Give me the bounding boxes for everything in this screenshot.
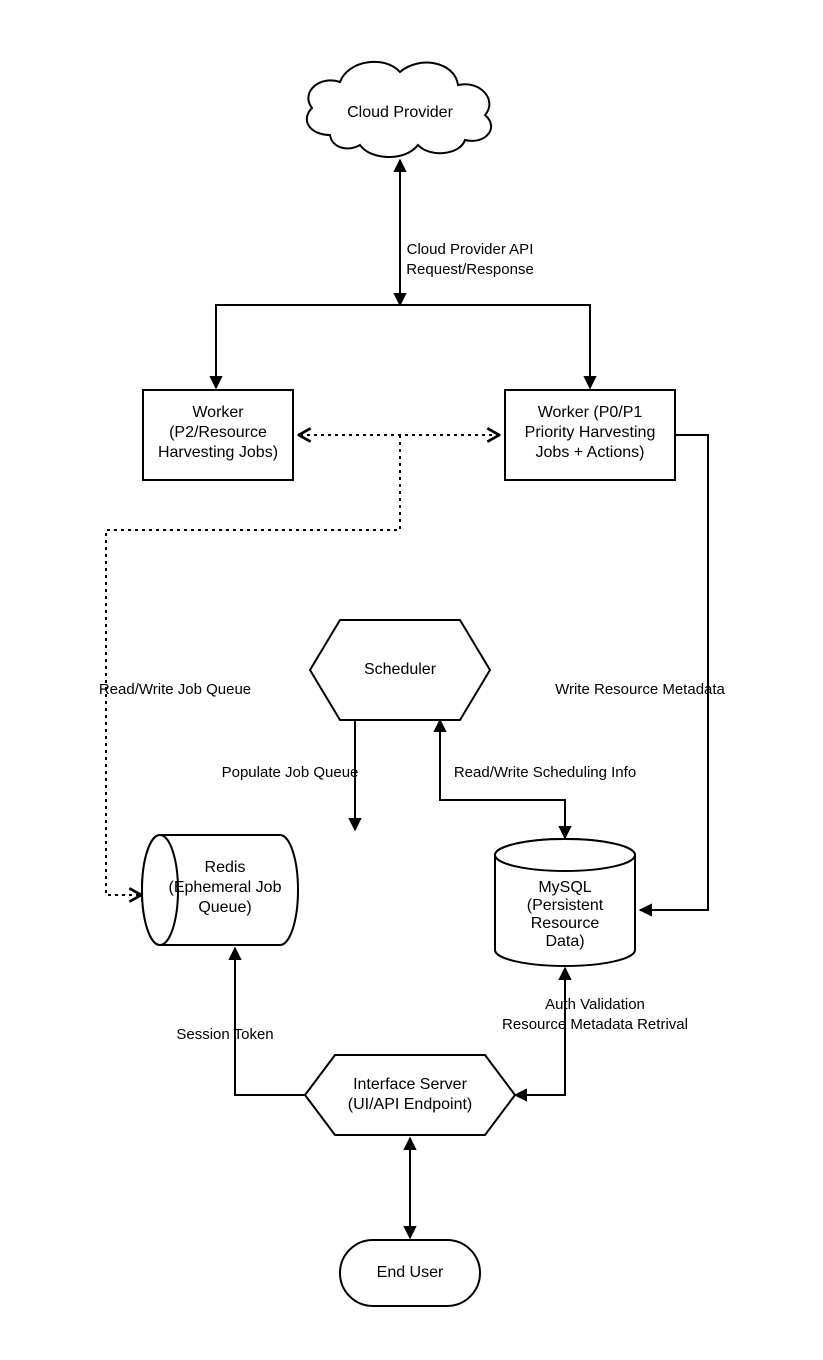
- worker-p0p1-line2: Priority Harvesting: [525, 424, 656, 441]
- redis-line1: Redis: [205, 859, 246, 876]
- edge-session-label: Session Token: [176, 1026, 273, 1043]
- cloud-label: Cloud Provider: [347, 104, 454, 121]
- edge-cloud-api-label-2: Request/Response: [406, 261, 534, 278]
- mysql-line4: Data): [545, 933, 584, 950]
- node-worker-p0p1: Worker (P0/P1 Priority Harvesting Jobs +…: [505, 390, 675, 480]
- redis-line2: (Ephemeral Job: [169, 879, 282, 896]
- edge-cloud-branches: [216, 305, 590, 388]
- node-cloud-provider: Cloud Provider: [307, 62, 491, 157]
- interface-line2: (UI/API Endpoint): [348, 1096, 473, 1113]
- edge-populate-label: Populate Job Queue: [222, 764, 359, 781]
- mysql-line1: MySQL: [538, 879, 591, 896]
- node-interface-server: Interface Server (UI/API Endpoint): [305, 1055, 515, 1135]
- worker-p2-line3: Harvesting Jobs): [158, 444, 278, 461]
- edge-cloud-api-label-1: Cloud Provider API: [407, 241, 534, 258]
- interface-line1: Interface Server: [353, 1076, 468, 1093]
- mysql-line2: (Persistent: [527, 897, 604, 914]
- node-scheduler: Scheduler: [310, 620, 490, 720]
- edge-session: [235, 948, 305, 1095]
- worker-p2-line2: (P2/Resource: [169, 424, 267, 441]
- scheduler-label: Scheduler: [364, 661, 437, 678]
- edge-rw-sched-label: Read/Write Scheduling Info: [454, 764, 636, 781]
- mysql-line3: Resource: [531, 915, 600, 932]
- edge-rw-job-queue-label: Read/Write Job Queue: [99, 681, 251, 698]
- edge-auth-label-1: Auth Validation: [545, 996, 645, 1013]
- edge-write-meta-label: Write Resource Metadata: [555, 681, 725, 698]
- node-worker-p2: Worker (P2/Resource Harvesting Jobs): [143, 390, 293, 480]
- node-end-user: End User: [340, 1240, 480, 1306]
- edge-write-meta: [640, 435, 708, 910]
- worker-p2-line1: Worker: [192, 404, 244, 421]
- node-mysql: MySQL (Persistent Resource Data): [495, 839, 635, 966]
- worker-p0p1-line3: Jobs + Actions): [536, 444, 645, 461]
- worker-p0p1-line1: Worker (P0/P1: [538, 404, 643, 421]
- node-redis: Redis (Ephemeral Job Queue): [142, 835, 298, 945]
- edge-auth-label-2: Resource Metadata Retrival: [502, 1016, 688, 1033]
- redis-line3: Queue): [198, 899, 251, 916]
- enduser-label: End User: [377, 1264, 444, 1281]
